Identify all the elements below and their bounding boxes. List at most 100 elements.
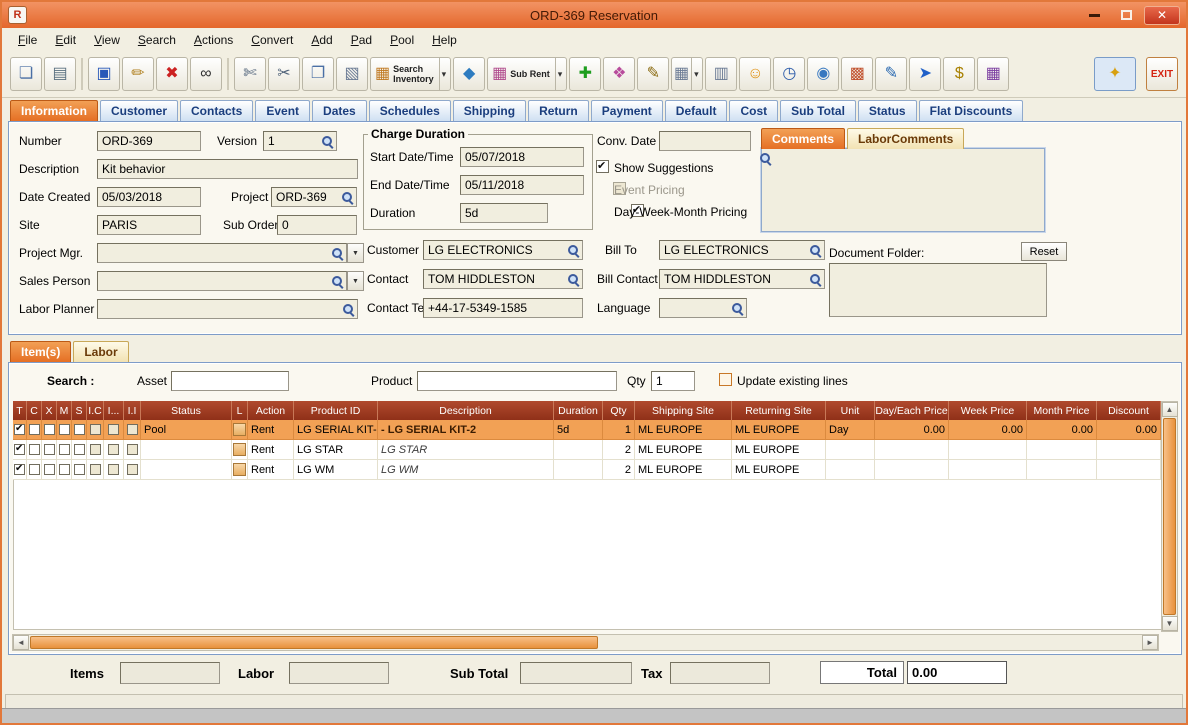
column-header-m[interactable]: M (57, 401, 72, 420)
flag-checkbox[interactable] (43, 464, 55, 475)
column-header-action[interactable]: Action (248, 401, 294, 420)
blocks-button[interactable]: ▦ (977, 57, 1010, 91)
labor-planner-lookup-icon[interactable] (342, 303, 355, 316)
show-suggestions-checkbox[interactable] (596, 159, 609, 173)
update-existing-lines-checkbox[interactable] (719, 373, 732, 386)
menu-item-convert[interactable]: Convert (243, 31, 301, 49)
project-mgr-lookup-icon[interactable] (331, 247, 344, 260)
notepad-button[interactable]: ✎ (875, 57, 908, 91)
column-header-duration[interactable]: Duration (554, 401, 603, 420)
scroll-left-button[interactable]: ◄ (13, 635, 29, 650)
flag-checkbox[interactable] (28, 444, 40, 455)
duration-field[interactable]: 5d (460, 203, 548, 223)
column-header-x[interactable]: X (42, 401, 57, 420)
tab-labor[interactable]: Labor (73, 341, 129, 362)
contact-lookup-icon[interactable] (567, 273, 580, 286)
report-button[interactable]: ▥ (705, 57, 738, 91)
horizontal-scrollbar[interactable]: ◄ ► (12, 634, 1159, 651)
conv-date-field[interactable] (659, 131, 751, 151)
project-mgr-field[interactable] (97, 243, 347, 263)
bill-contact-lookup-icon[interactable] (809, 273, 822, 286)
wand-button[interactable]: ✦ (1094, 57, 1136, 91)
column-header-unit[interactable]: Unit (826, 401, 875, 420)
new-order-button[interactable]: ❏ (10, 57, 42, 91)
flag-checkbox[interactable] (28, 464, 40, 475)
sub-rent-button[interactable]: ▦ Sub Rent ▾ (487, 57, 568, 91)
scroll-right-button[interactable]: ► (1142, 635, 1158, 650)
customer-lookup-icon[interactable] (567, 244, 580, 257)
menu-item-help[interactable]: Help (424, 31, 465, 49)
comments-box[interactable] (759, 147, 1046, 233)
print-button[interactable]: ▤ (44, 57, 76, 91)
menu-item-file[interactable]: File (10, 31, 45, 49)
version-field[interactable]: 1 (263, 131, 337, 151)
language-field[interactable] (659, 298, 747, 318)
flag-checkbox[interactable] (28, 424, 40, 435)
bill-contact-field[interactable]: TOM HIDDLESTON (659, 269, 825, 289)
description-field[interactable]: Kit behavior (97, 159, 358, 179)
product-input[interactable] (417, 371, 617, 391)
sub-orders-field[interactable]: 0 (277, 215, 357, 235)
customer-field[interactable]: LG ELECTRONICS (423, 240, 583, 260)
number-field[interactable]: ORD-369 (97, 131, 201, 151)
chevron-down-icon[interactable]: ▾ (438, 58, 449, 90)
scroll-down-button[interactable]: ▼ (1161, 616, 1178, 631)
paste-button[interactable]: ▧ (336, 57, 368, 91)
column-header-description[interactable]: Description (378, 401, 554, 420)
scroll-up-button[interactable]: ▲ (1161, 402, 1178, 417)
column-header-status[interactable]: Status (141, 401, 232, 420)
site-field[interactable]: PARIS (97, 215, 201, 235)
tab-shipping[interactable]: Shipping (452, 100, 527, 121)
row-select-checkbox[interactable] (14, 463, 25, 475)
column-header-returning_site[interactable]: Returning Site (732, 401, 826, 420)
flag-checkbox[interactable] (73, 444, 85, 455)
column-header-c[interactable]: C (27, 401, 42, 420)
comments-lookup-icon[interactable] (759, 152, 772, 165)
menu-item-add[interactable]: Add (303, 31, 340, 49)
column-header-month_price[interactable]: Month Price (1027, 401, 1097, 420)
clock-button[interactable]: ◷ (773, 57, 806, 91)
contact-field[interactable]: TOM HIDDLESTON (423, 269, 583, 289)
minimize-button[interactable] (1080, 6, 1108, 25)
flag-checkbox[interactable] (108, 424, 119, 435)
date-created-field[interactable]: 05/03/2018 (97, 187, 201, 207)
row-select-checkbox[interactable] (14, 423, 25, 435)
column-header-ic[interactable]: I.C (87, 401, 104, 420)
vertical-scroll-thumb[interactable] (1163, 418, 1176, 615)
column-header-l[interactable]: L (232, 401, 248, 420)
tab-dates[interactable]: Dates (312, 100, 367, 121)
flag-checkbox[interactable] (126, 464, 138, 475)
bill-to-field[interactable]: LG ELECTRONICS (659, 240, 825, 260)
menu-item-edit[interactable]: Edit (47, 31, 84, 49)
money-button[interactable]: $ (943, 57, 976, 91)
tab-customer[interactable]: Customer (100, 100, 179, 121)
contact-tel-field[interactable]: +44-17-5349-1585 (423, 298, 583, 318)
maximize-button[interactable] (1112, 6, 1140, 25)
project-field[interactable]: ORD-369 (271, 187, 357, 207)
flag-checkbox[interactable] (43, 424, 55, 435)
bill-to-lookup-icon[interactable] (809, 244, 822, 257)
title-bar[interactable]: R ORD-369 Reservation ✕ (2, 2, 1186, 28)
line-detail-button[interactable] (233, 463, 246, 476)
tab-comments[interactable]: Comments (761, 128, 846, 149)
tab-sub-total[interactable]: Sub Total (780, 100, 856, 121)
cut-button[interactable]: ✂ (268, 57, 300, 91)
flag-checkbox[interactable] (108, 444, 119, 455)
line-detail-button[interactable] (233, 423, 246, 436)
horizontal-scroll-thumb[interactable] (30, 636, 598, 649)
menu-item-pool[interactable]: Pool (382, 31, 422, 49)
flag-checkbox[interactable] (126, 424, 138, 435)
close-button[interactable]: ✕ (1144, 5, 1180, 25)
tab-item-s[interactable]: Item(s) (10, 341, 72, 362)
flag-checkbox[interactable] (89, 444, 101, 455)
column-header-qty[interactable]: Qty (603, 401, 635, 420)
menu-item-view[interactable]: View (86, 31, 128, 49)
menu-item-actions[interactable]: Actions (186, 31, 241, 49)
tab-default[interactable]: Default (664, 100, 728, 121)
column-header-idot[interactable]: I... (104, 401, 124, 420)
delete-button[interactable]: ✖ (156, 57, 188, 91)
flag-checkbox[interactable] (73, 424, 85, 435)
flag-checkbox[interactable] (126, 444, 138, 455)
column-header-shipping_site[interactable]: Shipping Site (635, 401, 732, 420)
flag-checkbox[interactable] (58, 424, 70, 435)
